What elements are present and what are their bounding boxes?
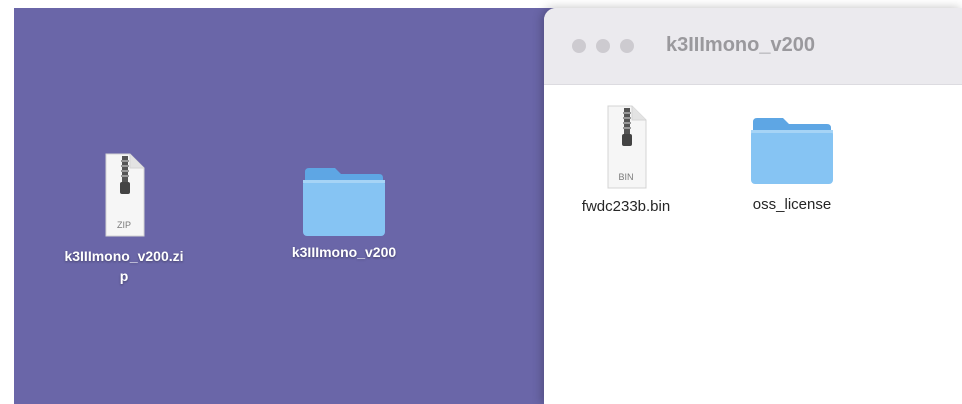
window-titlebar[interactable]: k3IIImono_v200 [544,8,962,85]
zip-file-icon: ZIP [100,152,148,240]
finder-window: k3IIImono_v200 BIN fwdc233b.bin oss_lice… [544,8,962,404]
folder-label: k3IIImono_v200 [291,244,397,260]
close-button[interactable] [572,39,586,53]
zip-file-label: k3IIImono_v200.zi p [64,248,184,284]
desktop: ZIP k3IIImono_v200.zi p k3IIImono_v200 [14,8,559,404]
folder-label: oss_license [752,196,832,213]
window-title: k3IIImono_v200 [666,34,815,56]
minimize-button[interactable] [596,39,610,53]
file-type-badge: ZIP [116,220,131,230]
folder-icon [747,112,837,188]
bin-file-icon: BIN [602,104,650,192]
desktop-item-folder[interactable]: k3IIImono_v200 [254,160,434,262]
folder-icon [299,160,389,240]
file-type-badge: BIN [618,172,634,182]
zoom-button[interactable] [620,39,634,53]
bin-file-label: fwdc233b.bin [581,198,671,215]
desktop-item-zip[interactable]: ZIP k3IIImono_v200.zi p [34,152,214,286]
finder-item-bin[interactable]: BIN fwdc233b.bin [566,104,686,215]
finder-item-folder[interactable]: oss_license [732,112,852,213]
